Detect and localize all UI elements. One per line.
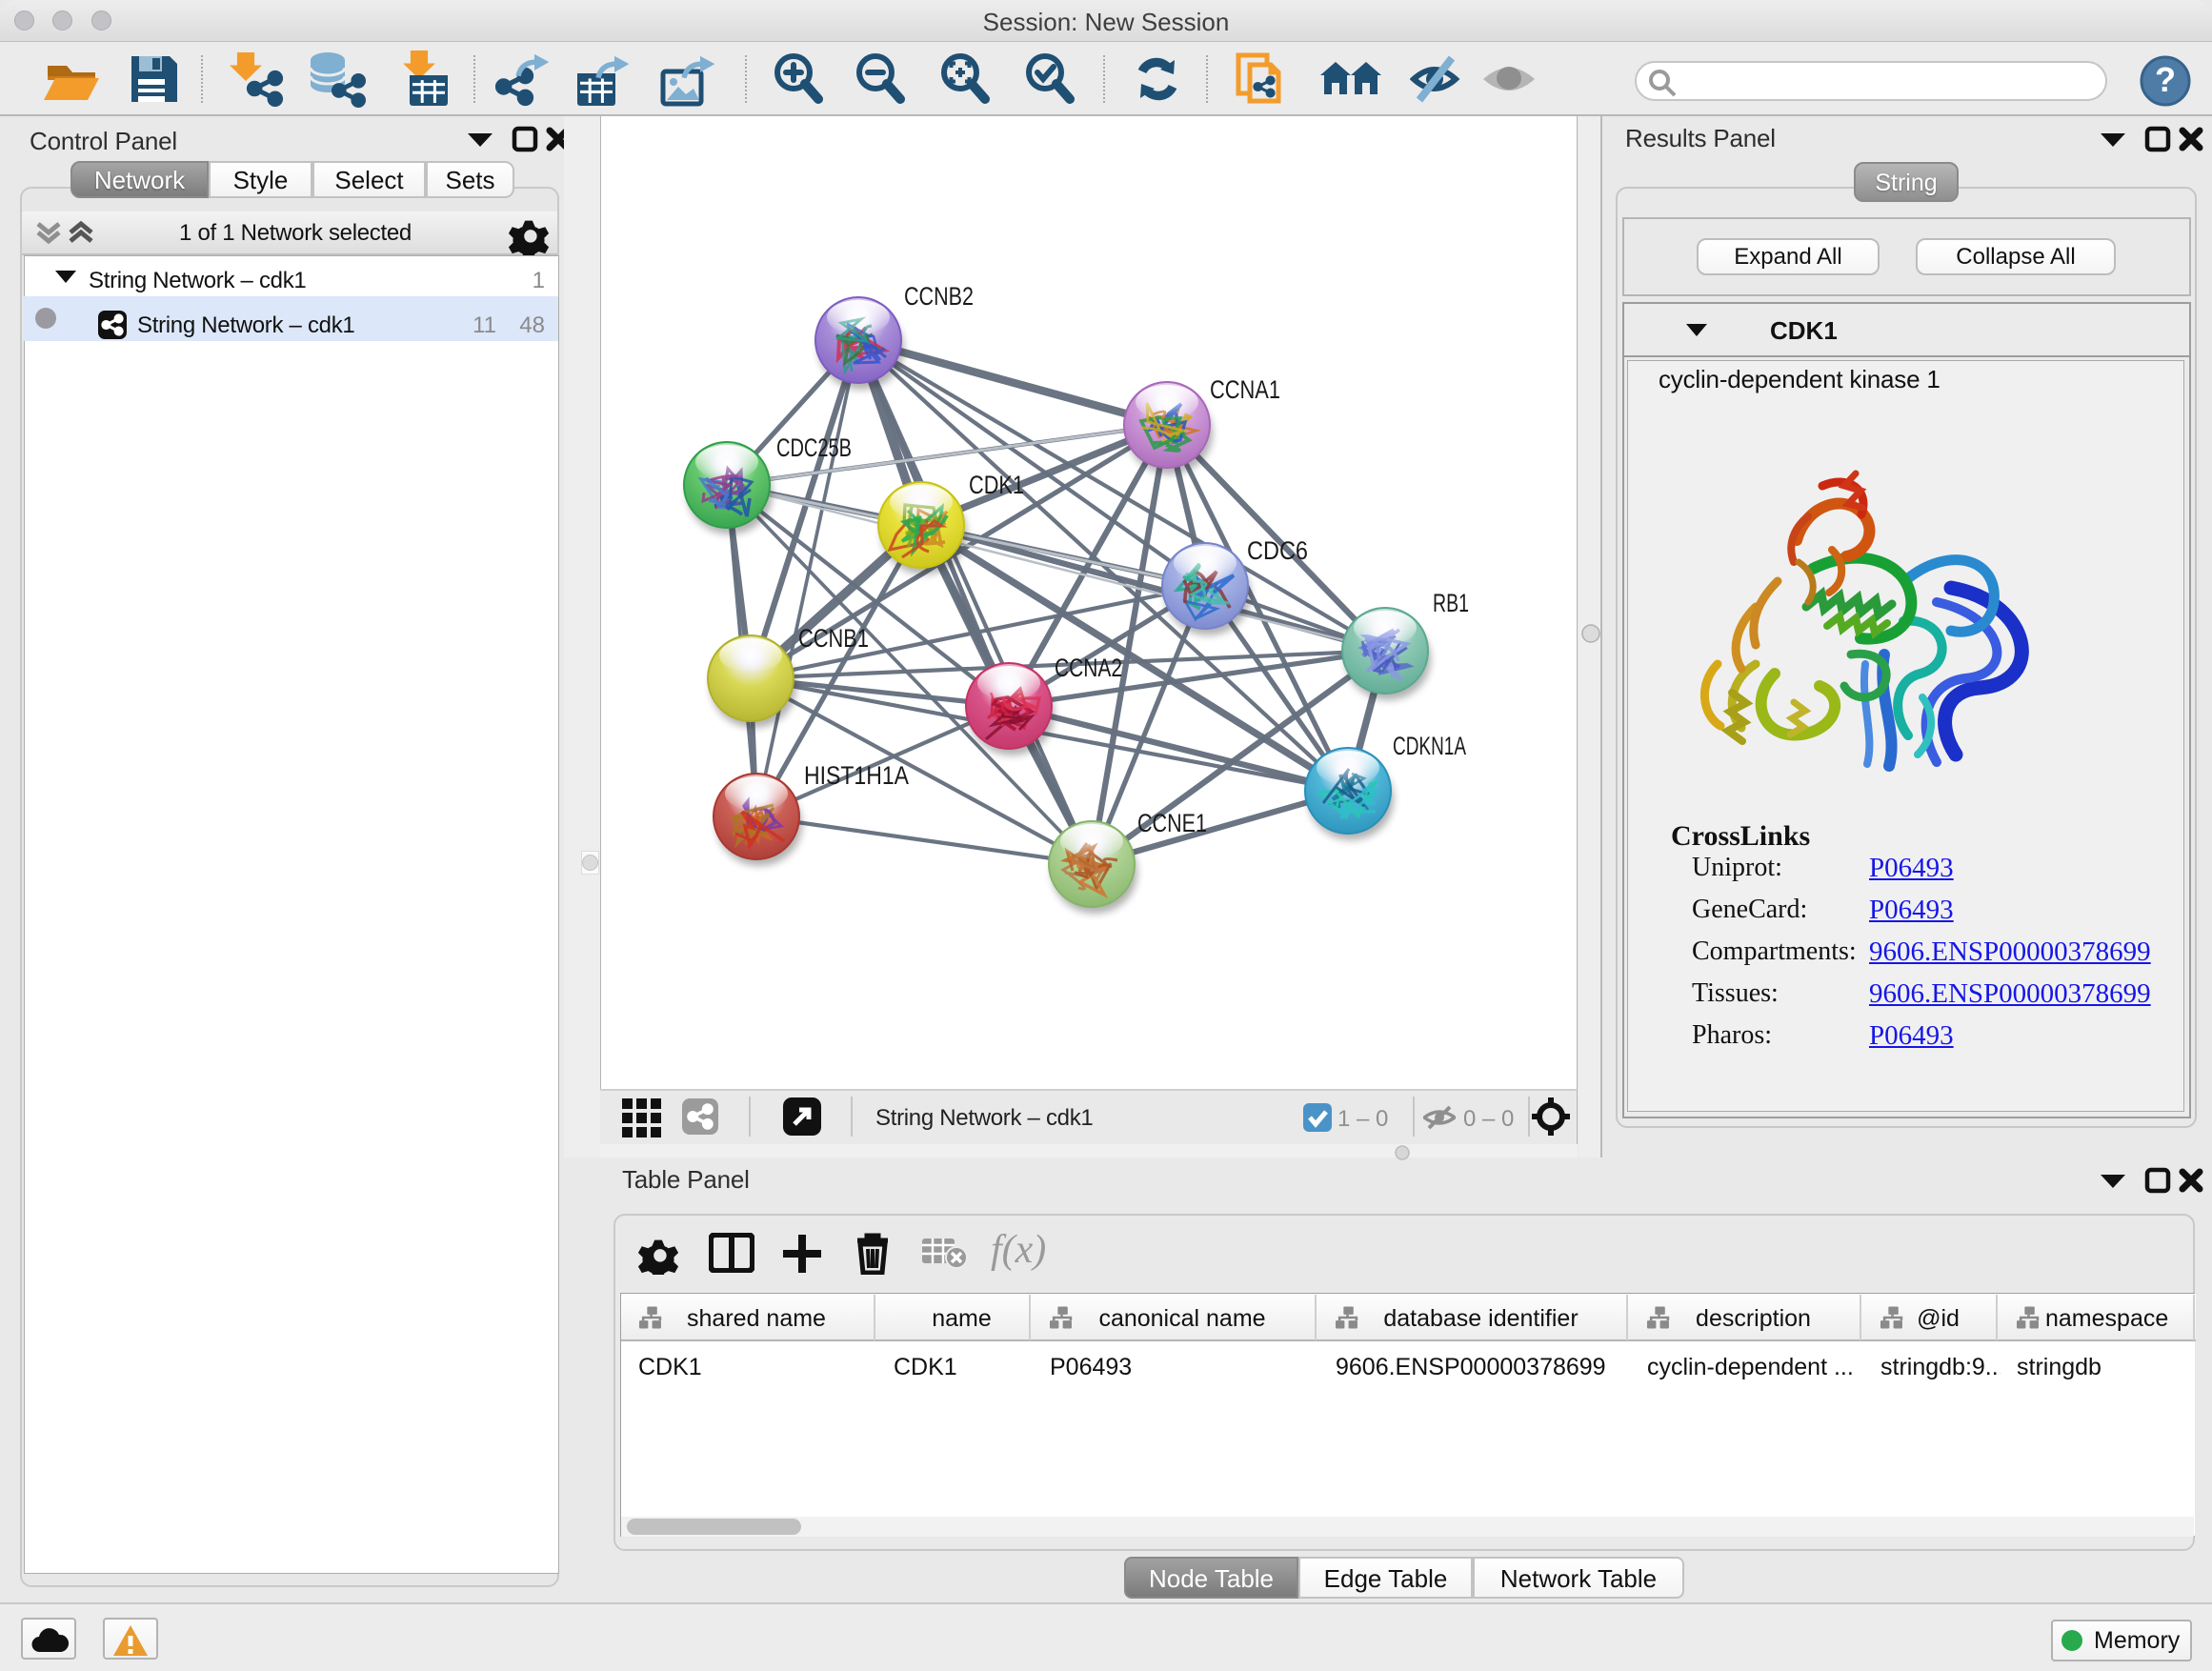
svg-text:CCNA1: CCNA1 xyxy=(1210,375,1280,404)
svg-text:CDKN1A: CDKN1A xyxy=(1393,732,1466,760)
svg-text:RB1: RB1 xyxy=(1433,589,1469,617)
svg-text:CDK1: CDK1 xyxy=(969,471,1024,499)
svg-text:CCNB2: CCNB2 xyxy=(904,282,974,311)
svg-text:CCNA2: CCNA2 xyxy=(1055,654,1122,682)
svg-text:?: ? xyxy=(2155,60,2176,99)
svg-text:CDC6: CDC6 xyxy=(1247,536,1308,565)
svg-text:CCNE1: CCNE1 xyxy=(1137,809,1207,837)
svg-text:CDC25B: CDC25B xyxy=(776,433,852,462)
svg-text:HIST1H1A: HIST1H1A xyxy=(804,761,909,790)
svg-text:CCNB1: CCNB1 xyxy=(798,624,869,653)
